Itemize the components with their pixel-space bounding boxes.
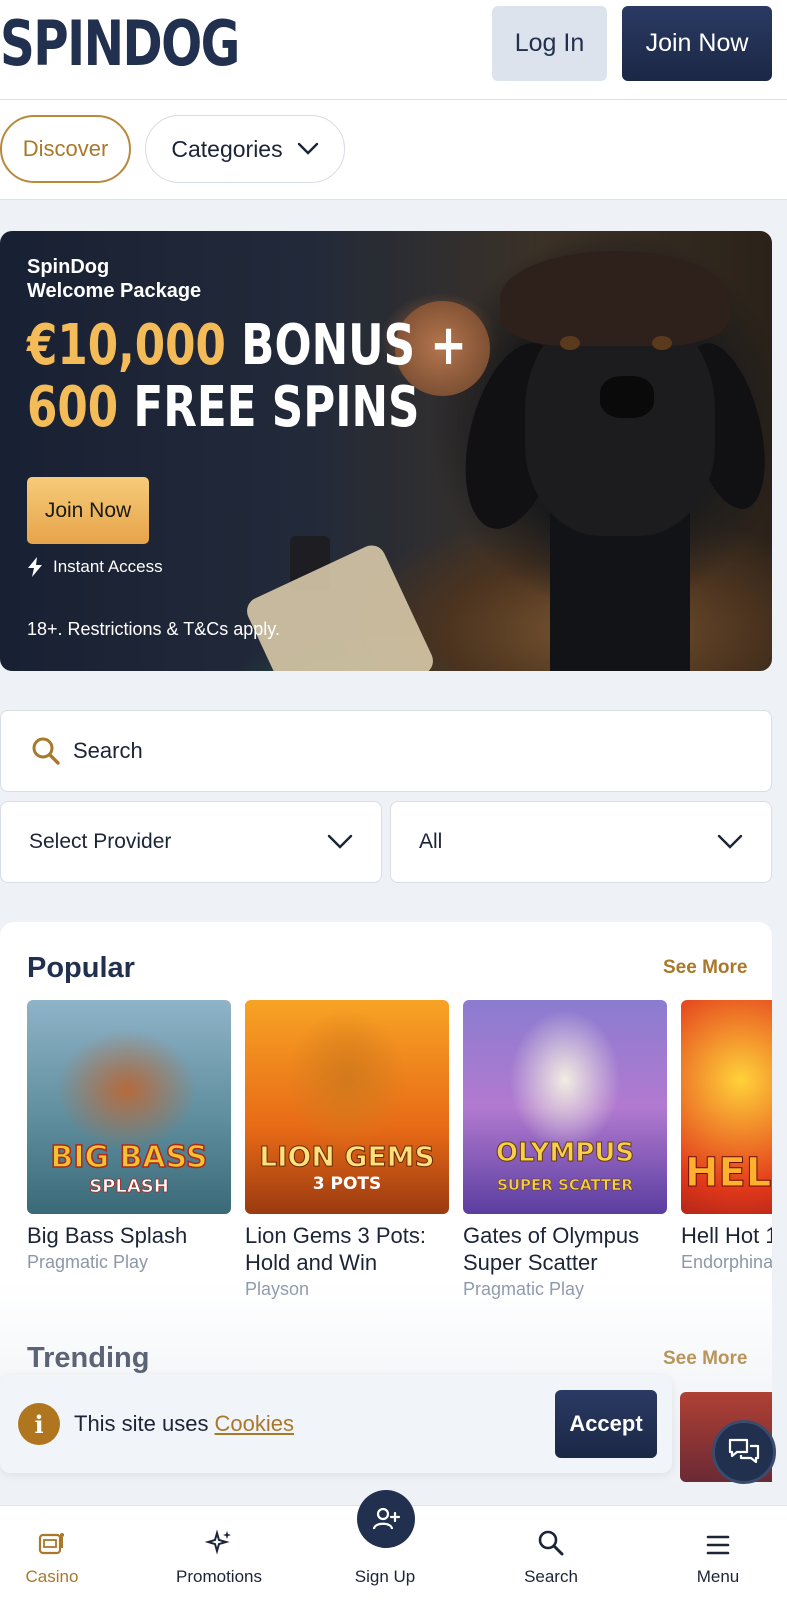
cookie-text: This site uses [74,1411,209,1436]
see-more-popular-link[interactable]: See More [663,957,747,979]
sparkle-icon [205,1529,231,1555]
search-icon [538,1530,564,1556]
game-card[interactable]: HEL Hell Hot 1 Endorphina [681,1000,772,1275]
add-user-icon [372,1507,401,1530]
chevron-down-icon [717,834,743,849]
chevron-down-icon [297,142,318,155]
game-provider: Pragmatic Play [27,1252,149,1272]
bonus-word: BONUS + [225,313,467,378]
game-name-line1: Gates of Olympus [463,1223,640,1248]
thumb-subtitle: 3 POTS [312,1174,382,1194]
game-name: Hell Hot 1 [681,1223,772,1248]
join-now-button[interactable]: Join Now [622,6,772,81]
spindog-logo[interactable]: SPINDOG [0,8,240,80]
spins-word: FREE SPINS [118,375,420,440]
accept-cookies-button[interactable]: Accept [555,1390,657,1458]
cookies-link[interactable]: Cookies [215,1411,294,1437]
type-select-value: All [419,830,443,853]
nav-casino-label: Casino [25,1567,79,1586]
spins-count: 600 [27,375,119,440]
cookie-banner: i This site uses Cookies Accept [0,1375,672,1473]
category-tabs: Discover Categories [0,100,787,200]
instant-access-label: Instant Access [53,557,163,576]
bonus-amount: €10,000 [27,313,226,378]
section-title-popular: Popular [27,952,135,984]
thumb-title: LION GEMS [259,1140,435,1174]
lightning-icon [28,557,42,577]
banner-subtitle: SpinDog Welcome Package [27,255,201,303]
game-name-line2: Super Scatter [463,1250,598,1275]
provider-select-value: Select Provider [29,830,172,853]
tab-discover[interactable]: Discover [0,115,131,183]
thumb-subtitle: SUPER SCATTER [497,1176,633,1195]
dog-hat [500,251,730,346]
see-more-trending-link[interactable]: See More [663,1348,747,1370]
game-thumbnail[interactable]: HEL [681,1000,772,1214]
chat-button[interactable] [712,1420,776,1484]
slot-machine-icon [38,1533,64,1555]
game-provider: Endorphina [681,1252,772,1272]
game-thumbnail[interactable]: LION GEMS 3 POTS [245,1000,449,1214]
nav-promotions-label: Promotions [176,1567,262,1586]
popular-games-row: BIG BASS SPLASH Big Bass Splash Pragmati… [27,1000,772,1320]
nav-casino[interactable]: Casino [0,1506,117,1600]
provider-select[interactable]: Select Provider [0,801,382,883]
nav-signup-label: Sign Up [354,1567,416,1586]
thumb-title: OLYMPUS [495,1138,635,1169]
tab-discover-label: Discover [22,136,109,161]
chevron-down-icon [327,834,353,849]
dog-nose [600,376,654,418]
game-thumbnail[interactable]: OLYMPUS SUPER SCATTER [463,1000,667,1214]
banner-subtitle-line2: Welcome Package [27,280,202,302]
game-card[interactable]: BIG BASS SPLASH Big Bass Splash Pragmati… [27,1000,231,1275]
nav-menu-label: Menu [696,1567,740,1586]
tab-categories[interactable]: Categories [145,115,345,183]
game-name-line1: Lion Gems 3 Pots: [245,1223,426,1248]
game-thumbnail[interactable]: BIG BASS SPLASH [27,1000,231,1214]
nav-search-label: Search [524,1567,578,1586]
dice-image [242,540,438,671]
banner-headline: €10,000 BONUS + 600 FREE SPINS [27,315,467,439]
banner-join-now-button[interactable]: Join Now [27,477,149,544]
hamburger-menu-icon [706,1535,730,1555]
game-card[interactable]: LION GEMS 3 POTS Lion Gems 3 Pots: Hold … [245,1000,449,1302]
site-header: SPINDOG Log In Join Now [0,0,787,100]
game-card[interactable]: OLYMPUS SUPER SCATTER Gates of Olympus S… [463,1000,667,1302]
nav-promotions[interactable]: Promotions [154,1506,284,1600]
welcome-banner[interactable]: SpinDog Welcome Package €10,000 BONUS + … [0,231,772,671]
banner-subtitle-line1: SpinDog [27,256,110,278]
nav-search[interactable]: Search [486,1506,616,1600]
thumb-subtitle: SPLASH [89,1176,169,1198]
section-title-trending: Trending [27,1342,150,1374]
instant-access: Instant Access [27,557,163,577]
banner-terms: 18+. Restrictions & T&Cs apply. [27,619,280,639]
dog-eye [652,336,672,350]
thumb-title: HEL [685,1150,772,1197]
login-button[interactable]: Log In [492,6,607,81]
game-name-line2: Hold and Win [245,1250,378,1275]
tab-categories-label: Categories [171,135,283,162]
search-input[interactable] [73,738,673,764]
search-bar[interactable] [0,710,772,792]
nav-menu[interactable]: Menu [653,1506,783,1600]
signup-fab[interactable] [357,1490,415,1548]
game-name: Lion Gems 3 Pots: Hold and Win [245,1222,449,1276]
info-icon: i [18,1403,60,1445]
dog-eye [560,336,580,350]
search-icon [32,737,60,765]
thumb-title: BIG BASS [50,1139,209,1176]
type-select[interactable]: All [390,801,772,883]
game-name: Gates of Olympus Super Scatter [463,1222,667,1276]
game-name: Big Bass Splash [27,1223,188,1248]
chat-icon [728,1438,760,1464]
